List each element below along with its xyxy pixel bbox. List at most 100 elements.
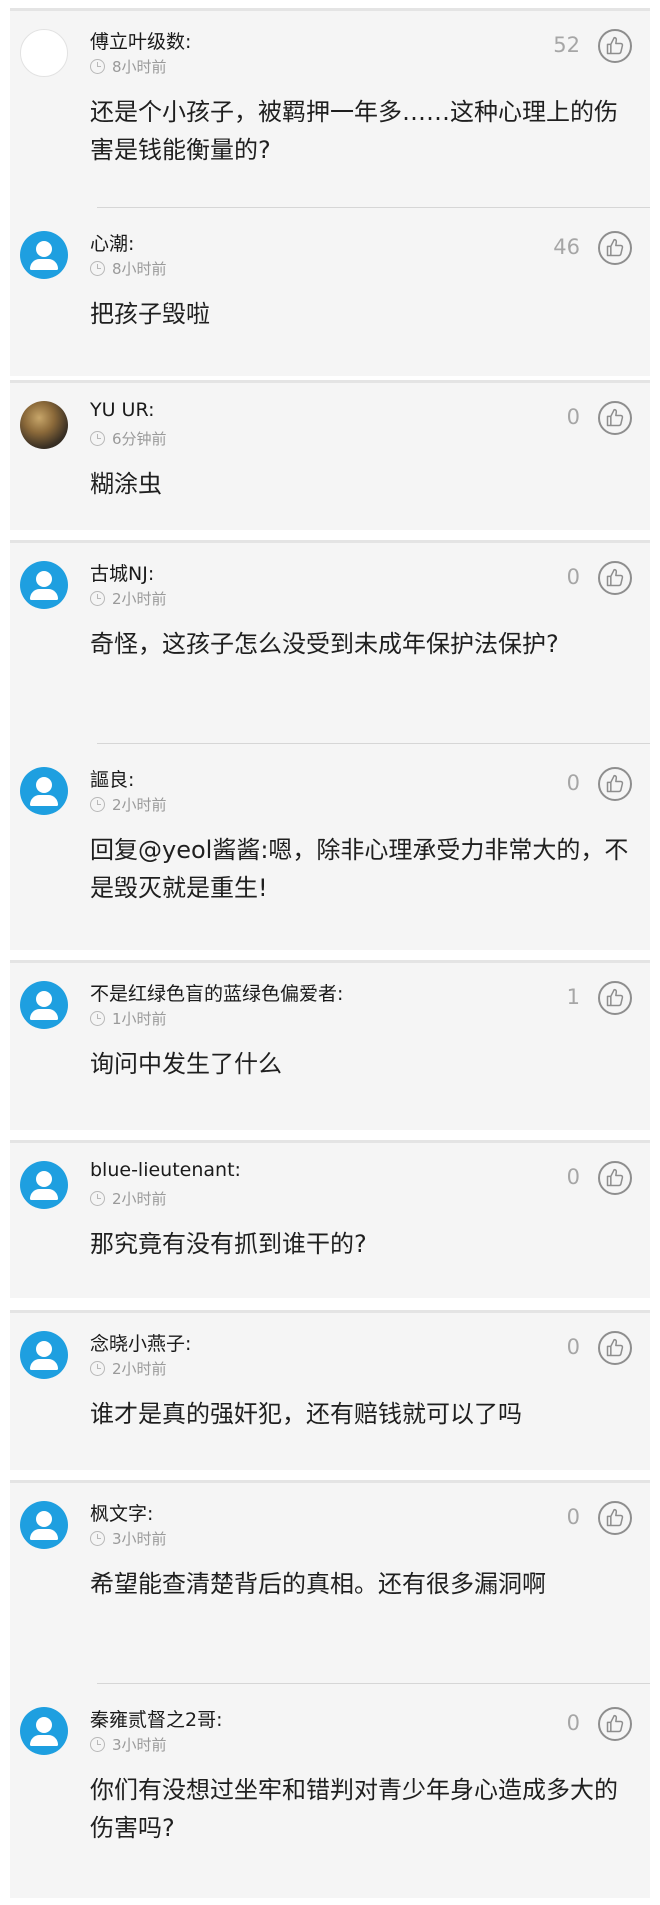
username[interactable]: 古城NJ: xyxy=(90,559,154,586)
username[interactable]: blue-lieutenant: xyxy=(90,1159,241,1181)
timestamp-row: 6分钟前 xyxy=(90,427,167,449)
timestamp-row: 1小时前 xyxy=(90,1007,167,1029)
timestamp-row: 2小时前 xyxy=(90,1187,167,1209)
comment-card: 古城NJ: 2小时前 0 奇怪，这孩子怎么没受到未成年保护法保护? 謳良: 2小… xyxy=(10,540,650,950)
avatar[interactable] xyxy=(20,767,68,815)
clock-icon xyxy=(90,1190,105,1206)
like-count: 0 xyxy=(566,1335,580,1359)
clock-icon xyxy=(90,1530,105,1546)
like-button[interactable] xyxy=(598,1501,632,1535)
avatar[interactable] xyxy=(20,561,68,609)
like-count: 0 xyxy=(566,1505,580,1529)
timestamp: 6分钟前 xyxy=(112,429,167,448)
avatar[interactable] xyxy=(20,1501,68,1549)
like-count: 0 xyxy=(566,1165,580,1189)
timestamp: 2小时前 xyxy=(112,795,167,814)
divider xyxy=(97,743,650,744)
thumbs-up-icon xyxy=(606,1338,624,1357)
comment-card: blue-lieutenant: 2小时前 0 那究竟有没有抓到谁干的? xyxy=(10,1140,650,1298)
username[interactable]: 念晓小燕子: xyxy=(90,1329,191,1356)
like-count: 0 xyxy=(566,771,580,795)
like-count: 0 xyxy=(566,1711,580,1735)
clock-icon xyxy=(90,796,105,812)
username[interactable]: 謳良: xyxy=(90,765,134,792)
timestamp: 1小时前 xyxy=(112,1009,167,1028)
comment-card: YU UR: 6分钟前 0 糊涂虫 xyxy=(10,380,650,530)
like-count: 1 xyxy=(566,985,580,1009)
like-button[interactable] xyxy=(598,231,632,265)
comment-text: 询问中发生了什么 xyxy=(90,1050,282,1078)
username[interactable]: 心潮: xyxy=(90,229,134,256)
username[interactable]: 傅立叶级数: xyxy=(90,27,191,54)
timestamp: 8小时前 xyxy=(112,259,167,278)
username[interactable]: YU UR: xyxy=(90,399,154,421)
comment-text: 那究竟有没有抓到谁干的? xyxy=(90,1230,367,1258)
comment-text: 还是个小孩子，被羁押一年多……这种心理上的伤害是钱能衡量的? xyxy=(90,98,618,164)
timestamp: 3小时前 xyxy=(112,1529,167,1548)
clock-icon xyxy=(90,1360,105,1376)
thumbs-up-icon xyxy=(606,36,624,55)
timestamp-row: 2小时前 xyxy=(90,793,167,815)
like-button[interactable] xyxy=(598,1161,632,1195)
timestamp-row: 3小时前 xyxy=(90,1527,167,1549)
like-count: 0 xyxy=(566,405,580,429)
clock-icon xyxy=(90,58,105,74)
comment-text: 谁才是真的强奸犯，还有赔钱就可以了吗 xyxy=(90,1400,522,1428)
timestamp-row: 2小时前 xyxy=(90,1357,167,1379)
thumbs-up-icon xyxy=(606,568,624,587)
like-count: 46 xyxy=(553,235,580,259)
comment-card: 枫文字: 3小时前 0 希望能查清楚背后的真相。还有很多漏洞啊 秦雍贰督之2哥:… xyxy=(10,1480,650,1898)
thumbs-up-icon xyxy=(606,1168,624,1187)
comment-text: 奇怪，这孩子怎么没受到未成年保护法保护? xyxy=(90,630,559,658)
username[interactable]: 秦雍贰督之2哥: xyxy=(90,1705,223,1732)
thumbs-up-icon xyxy=(606,988,624,1007)
comment-card: 不是红绿色盲的蓝绿色偏爱者: 1小时前 1 询问中发生了什么 xyxy=(10,960,650,1130)
like-count: 0 xyxy=(566,565,580,589)
comment-feed: 傅立叶级数: 8小时前 52 还是个小孩子，被羁押一年多……这种心理上的伤害是钱… xyxy=(0,0,660,1905)
thumbs-up-icon xyxy=(606,774,624,793)
comment-card: 傅立叶级数: 8小时前 52 还是个小孩子，被羁押一年多……这种心理上的伤害是钱… xyxy=(10,8,650,376)
avatar[interactable] xyxy=(20,1161,68,1209)
avatar[interactable] xyxy=(20,1331,68,1379)
thumbs-up-icon xyxy=(606,408,624,427)
divider xyxy=(97,207,650,208)
clock-icon xyxy=(90,260,105,276)
like-count: 52 xyxy=(553,33,580,57)
like-button[interactable] xyxy=(598,29,632,63)
comment-text: 糊涂虫 xyxy=(90,470,162,498)
thumbs-up-icon xyxy=(606,238,624,257)
timestamp-row: 8小时前 xyxy=(90,257,167,279)
timestamp: 2小时前 xyxy=(112,589,167,608)
comment-text: 你们有没想过坐牢和错判对青少年身心造成多大的伤害吗? xyxy=(90,1776,618,1842)
timestamp: 3小时前 xyxy=(112,1735,167,1754)
username[interactable]: 枫文字: xyxy=(90,1499,153,1526)
timestamp: 2小时前 xyxy=(112,1189,167,1208)
like-button[interactable] xyxy=(598,561,632,595)
avatar[interactable] xyxy=(20,29,68,77)
timestamp: 8小时前 xyxy=(112,57,167,76)
avatar[interactable] xyxy=(20,1707,68,1755)
avatar[interactable] xyxy=(20,231,68,279)
like-button[interactable] xyxy=(598,767,632,801)
timestamp: 2小时前 xyxy=(112,1359,167,1378)
avatar[interactable] xyxy=(20,981,68,1029)
username[interactable]: 不是红绿色盲的蓝绿色偏爱者: xyxy=(90,979,343,1006)
timestamp-row: 2小时前 xyxy=(90,587,167,609)
like-button[interactable] xyxy=(598,1707,632,1741)
like-button[interactable] xyxy=(598,401,632,435)
clock-icon xyxy=(90,590,105,606)
timestamp-row: 3小时前 xyxy=(90,1733,167,1755)
comment-text: 希望能查清楚背后的真相。还有很多漏洞啊 xyxy=(90,1570,546,1598)
comment-text: 把孩子毁啦 xyxy=(90,300,210,328)
comment-card: 念晓小燕子: 2小时前 0 谁才是真的强奸犯，还有赔钱就可以了吗 xyxy=(10,1310,650,1470)
clock-icon xyxy=(90,1010,105,1026)
clock-icon xyxy=(90,1736,105,1752)
clock-icon xyxy=(90,430,105,446)
avatar[interactable] xyxy=(20,401,68,449)
divider xyxy=(97,1683,650,1684)
like-button[interactable] xyxy=(598,1331,632,1365)
like-button[interactable] xyxy=(598,981,632,1015)
thumbs-up-icon xyxy=(606,1508,624,1527)
comment-text: 回复@yeol酱酱:嗯，除非心理承受力非常大的，不是毁灭就是重生! xyxy=(90,836,629,902)
timestamp-row: 8小时前 xyxy=(90,55,167,77)
